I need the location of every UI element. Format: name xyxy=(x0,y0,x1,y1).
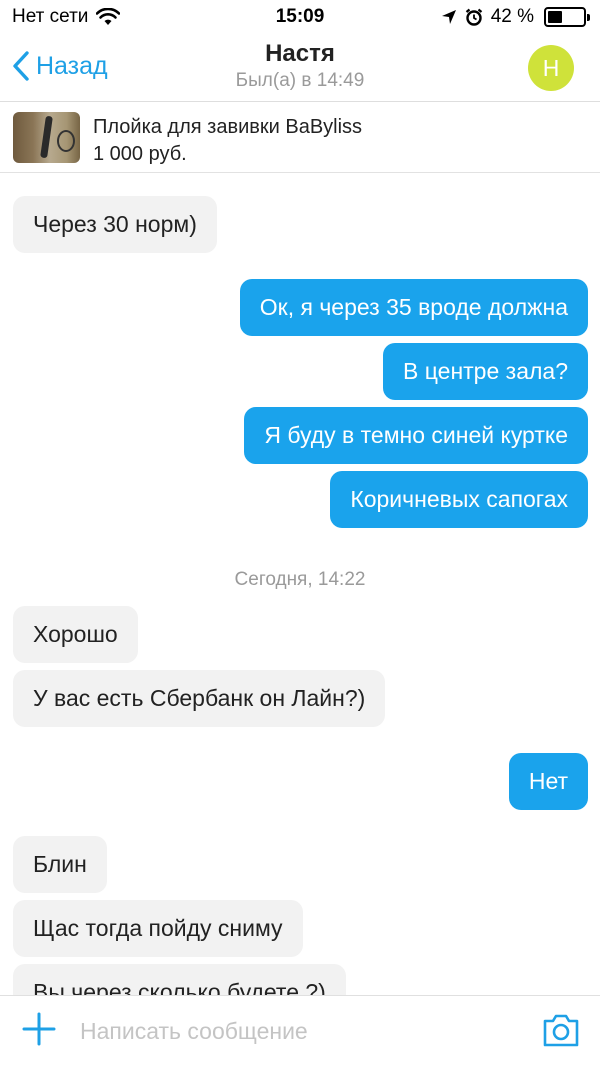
location-arrow-icon xyxy=(441,10,456,24)
message-incoming: Хорошо xyxy=(13,606,138,663)
message-composer xyxy=(0,995,600,1066)
message-input[interactable] xyxy=(80,1010,510,1052)
contact-name: Настя xyxy=(265,40,335,67)
plus-icon[interactable] xyxy=(22,1012,56,1046)
status-bar: Нет сети 15:09 42 % xyxy=(0,0,600,34)
message-incoming: У вас есть Сбербанк он Лайн?) xyxy=(13,670,386,727)
chat-header: Назад Настя Был(а) в 14:49 Н xyxy=(0,34,600,102)
message-incoming: Щас тогда пойду сниму xyxy=(13,900,303,957)
date-separator: Сегодня, 14:22 xyxy=(234,569,366,590)
message-incoming: Через 30 норм) xyxy=(13,196,217,253)
battery-icon xyxy=(544,7,590,27)
battery-percent: 42 % xyxy=(490,6,534,27)
message-incoming: Блин xyxy=(13,836,107,893)
message-outgoing: Коричневых сапогах xyxy=(330,471,588,528)
last-seen-status: Был(а) в 14:49 xyxy=(235,70,365,91)
message-incoming: Вы через сколько будете ?) xyxy=(13,964,346,995)
message-outgoing: Ок, я через 35 вроде должна xyxy=(239,279,588,336)
message-outgoing: В центре зала? xyxy=(383,343,588,400)
avatar[interactable]: Н xyxy=(528,45,574,91)
alarm-icon xyxy=(465,8,482,26)
message-outgoing: Нет xyxy=(508,753,588,810)
listing-preview[interactable]: Плойка для завивки BaByliss 1 000 руб. xyxy=(0,103,600,173)
status-right: 42 % xyxy=(441,6,590,28)
camera-icon[interactable] xyxy=(542,1012,580,1048)
message-outgoing: Я буду в темно синей куртке xyxy=(244,407,588,464)
listing-title: Плойка для завивки BaByliss xyxy=(93,116,363,138)
listing-thumbnail xyxy=(13,112,80,163)
listing-price: 1 000 руб. xyxy=(93,143,187,165)
message-list[interactable]: Через 30 норм) Ок, я через 35 вроде долж… xyxy=(0,174,600,995)
